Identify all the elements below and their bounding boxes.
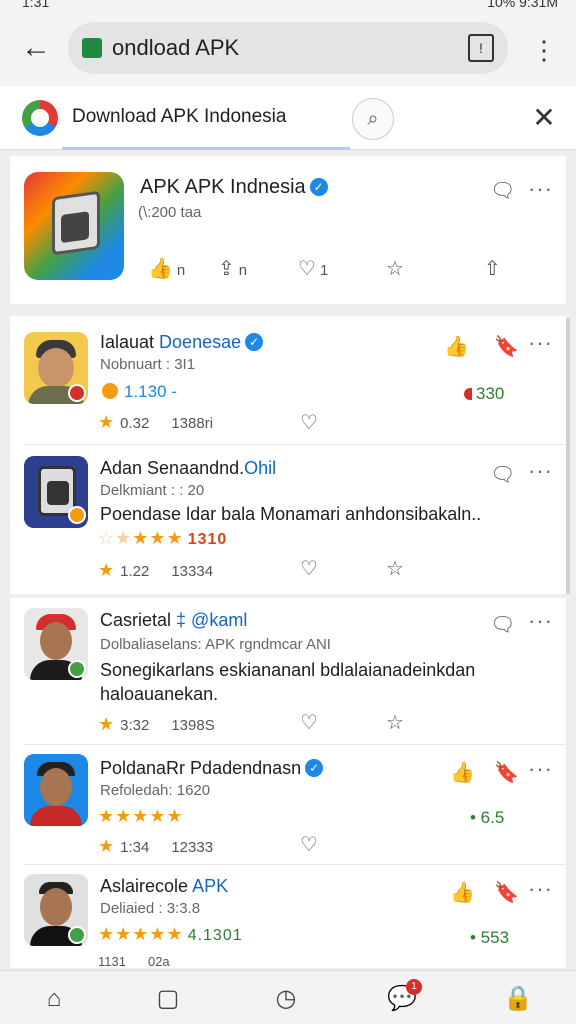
item-description: Poendase ldar bala Monamari anhdonsibaka… [100, 504, 482, 524]
item-title[interactable]: Adan Senaandnd.Ohil [100, 458, 276, 479]
item-meta: ★ 0.32 1388ri [98, 412, 214, 432]
profile-lock-icon[interactable]: 🔒 [498, 981, 538, 1017]
divider [24, 744, 566, 745]
notification-badge: 1 [406, 979, 422, 995]
thumb-up-icon[interactable]: 👍 [450, 880, 475, 905]
item-title[interactable]: Ialauat Doenesae ✓ [100, 332, 264, 353]
star-icon[interactable]: ☆ [386, 256, 404, 281]
thumb-up-icon[interactable]: 👍 [450, 760, 475, 785]
more-options-icon[interactable]: ··· [528, 176, 553, 202]
app-title[interactable]: APK APK Indnesia ✓ [140, 176, 328, 199]
site-logo-icon [22, 100, 58, 136]
avatar[interactable] [24, 456, 88, 528]
item-subtitle: Delkmiant : : 20 [100, 482, 205, 499]
item-meta: ★ 1.22 13334 [98, 560, 214, 580]
message-icon[interactable]: 🗨 [490, 612, 515, 637]
status-badge [68, 384, 86, 402]
upload-icon[interactable]: ⇧ [484, 256, 501, 281]
message-icon[interactable]: 🗨 [490, 462, 515, 487]
history-icon[interactable]: ◷ [266, 981, 306, 1017]
heart-icon[interactable]: ♡ 1 [298, 256, 328, 281]
star-icon[interactable]: ☆ [386, 556, 404, 581]
back-arrow-icon[interactable]: ← [14, 30, 58, 66]
item-meta: ★ 3:32 1398S [98, 714, 215, 734]
item-subtitle: Refoledah: 1620 [100, 782, 211, 799]
status-indicators: 10% 9:31M [487, 0, 558, 10]
item-right-value: 330 [464, 384, 504, 404]
bookmark-icon[interactable]: 🔖 [494, 760, 519, 785]
avatar[interactable] [24, 608, 88, 680]
heart-icon[interactable]: ♡ [300, 832, 318, 857]
item-meta: 1131 02a [98, 954, 170, 969]
featured-app-card[interactable]: APK APK Indnesia ✓ (\:200 taa 🗨 ··· 👍 n ⇪ n… [10, 156, 566, 304]
app-icon[interactable] [24, 172, 124, 280]
scrollbar[interactable] [566, 318, 570, 594]
avatar[interactable] [24, 874, 88, 946]
more-options-icon[interactable]: ··· [528, 756, 553, 782]
thumb-up-icon[interactable]: 👍 n [148, 256, 185, 281]
site-title: Download APK Indonesia [72, 106, 287, 127]
url-text[interactable]: ondload APK [112, 35, 239, 61]
app-list-card: Casrietal ‡ @kaml Dolbaliaselans: APK rg… [10, 598, 566, 969]
coin-icon [102, 383, 118, 399]
reader-mode-icon[interactable]: ! [468, 34, 494, 62]
heart-icon[interactable]: ♡ [300, 556, 318, 581]
search-icon[interactable]: ⌕ [352, 98, 394, 140]
site-search-header: Download APK Indonesia ⌕ ✕ [0, 86, 576, 150]
bottom-navigation: ⌂ ▢ ◷ 💬 1 🔒 [0, 970, 576, 1024]
divider [24, 864, 566, 865]
verified-icon: ✓ [245, 333, 264, 351]
more-options-icon[interactable]: ··· [528, 330, 553, 356]
avatar[interactable] [24, 754, 88, 826]
browser-toolbar: ← ondload APK ! ⋮ [0, 14, 576, 86]
star-rating: ☆★★★★ 1310 [98, 528, 228, 548]
overflow-menu-icon[interactable]: ⋮ [530, 30, 558, 70]
item-description: Sonegikarlans eskianananl bdlalaianadein… [100, 660, 476, 704]
item-title[interactable]: Casrietal ‡ @kaml [100, 610, 247, 631]
verified-icon: ✓ [305, 759, 324, 777]
bookmark-icon[interactable]: 🔖 [494, 334, 519, 359]
status-badge [68, 660, 86, 678]
tabs-icon[interactable]: ▢ [148, 981, 188, 1017]
star-icon[interactable]: ☆ [386, 710, 404, 735]
home-icon[interactable]: ⌂ [34, 981, 74, 1017]
item-value: 1.130 - [102, 382, 177, 402]
verified-icon: ✓ [309, 178, 328, 196]
message-icon[interactable]: 🗨 [490, 178, 515, 203]
chat-icon[interactable]: 💬 1 [382, 979, 422, 1017]
more-options-icon[interactable]: ··· [528, 876, 553, 902]
loading-progress-bar [62, 147, 350, 150]
status-badge [68, 506, 86, 524]
heart-icon[interactable]: ♡ [300, 410, 318, 435]
item-right-value: • 553 [470, 928, 510, 947]
thumb-up-icon[interactable]: 👍 [444, 334, 469, 359]
app-list-card: Ialauat Doenesae ✓ Nobnuart : 3I1 1.130 -… [10, 316, 566, 594]
bookmark-icon[interactable]: 🔖 [494, 880, 519, 905]
more-options-icon[interactable]: ··· [528, 608, 553, 634]
star-rating: ★★★★★ 4.1301 [98, 924, 243, 944]
app-subtitle: (\:200 taa [138, 204, 202, 221]
item-subtitle: Deliaied : 3:3.8 [100, 900, 201, 917]
item-title[interactable]: Aslairecole APK [100, 876, 228, 897]
heart-icon[interactable]: ♡ [300, 710, 318, 735]
share-icon[interactable]: ⇪ n [218, 256, 247, 281]
item-right-value: • 6.5 [470, 808, 505, 827]
site-lock-icon [82, 38, 102, 58]
close-icon[interactable]: ✕ [526, 100, 562, 136]
star-rating: ★★★★★ [98, 806, 184, 826]
status-badge [68, 926, 86, 944]
item-meta: ★ 1:34 12333 [98, 836, 214, 856]
item-subtitle: Dolbaliaselans: APK rgndmcar ANI [100, 636, 331, 653]
item-title[interactable]: PoldanaRr Pdadendnasn ✓ [100, 758, 324, 779]
divider [24, 444, 566, 445]
avatar[interactable] [24, 332, 88, 404]
address-bar[interactable]: ondload APK ! [68, 22, 508, 74]
more-options-icon[interactable]: ··· [528, 458, 553, 484]
status-bar: 1:31 10% 9:31M [0, 0, 576, 14]
item-subtitle: Nobnuart : 3I1 [100, 356, 196, 373]
status-time: 1:31 [22, 0, 50, 10]
